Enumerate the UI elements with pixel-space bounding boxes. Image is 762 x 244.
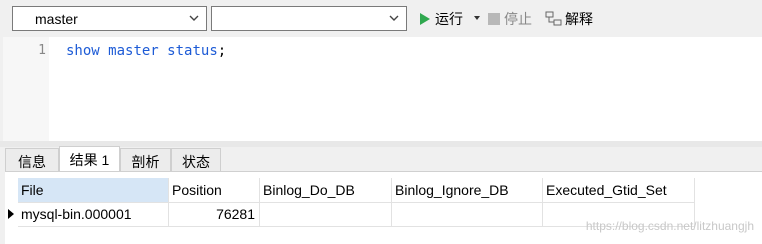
database-select[interactable]: master (12, 6, 207, 31)
sql-keyword: show (66, 43, 100, 59)
play-icon (420, 13, 430, 25)
run-dropdown-caret-icon[interactable] (474, 16, 480, 20)
explain-icon (545, 11, 562, 26)
tab-status[interactable]: 状态 (171, 148, 221, 171)
explain-button[interactable]: 解释 (545, 9, 593, 29)
run-label: 运行 (435, 11, 463, 27)
database-select-value: master (35, 11, 78, 27)
line-number: 1 (38, 43, 46, 58)
column-header-binlog-ignore-db[interactable]: Binlog_Ignore_DB (392, 178, 543, 203)
tab-info[interactable]: 信息 (5, 148, 59, 171)
cell-binlog-do-db[interactable] (260, 203, 392, 227)
sql-editor[interactable]: 1 show master status; (3, 37, 762, 141)
chevron-down-icon (189, 15, 199, 21)
result-grid: File Position Binlog_Do_DB Binlog_Ignore… (5, 171, 762, 244)
explain-label: 解释 (565, 11, 593, 27)
column-header-file[interactable]: File (18, 178, 169, 203)
sql-keyword: status (167, 43, 218, 59)
tab-result-1[interactable]: 结果 1 (59, 146, 120, 171)
sql-code-line[interactable]: show master status; (66, 43, 226, 59)
sql-semicolon: ; (217, 43, 227, 59)
column-header-executed-gtid-set[interactable]: Executed_Gtid_Set (543, 178, 695, 203)
schema-select[interactable] (211, 6, 407, 31)
column-header-binlog-do-db[interactable]: Binlog_Do_DB (260, 178, 392, 203)
cell-file[interactable]: mysql-bin.000001 (18, 203, 169, 227)
sql-keyword: master (108, 43, 159, 59)
column-header-position[interactable]: Position (169, 178, 260, 203)
toolbar: master 运行 停止 解释 (0, 0, 762, 37)
cell-binlog-ignore-db[interactable] (392, 203, 543, 227)
stop-button[interactable]: 停止 (488, 9, 532, 29)
tab-profile[interactable]: 剖析 (120, 148, 171, 171)
line-gutter: 1 (3, 37, 49, 141)
chevron-down-icon (389, 15, 399, 21)
cell-position[interactable]: 76281 (169, 203, 260, 227)
current-row-indicator-icon (8, 209, 14, 219)
stop-label: 停止 (504, 11, 532, 27)
run-button[interactable]: 运行 (419, 9, 463, 29)
stop-icon (488, 13, 500, 25)
watermark: https://blog.csdn.net/litzhuangjh (585, 219, 754, 233)
